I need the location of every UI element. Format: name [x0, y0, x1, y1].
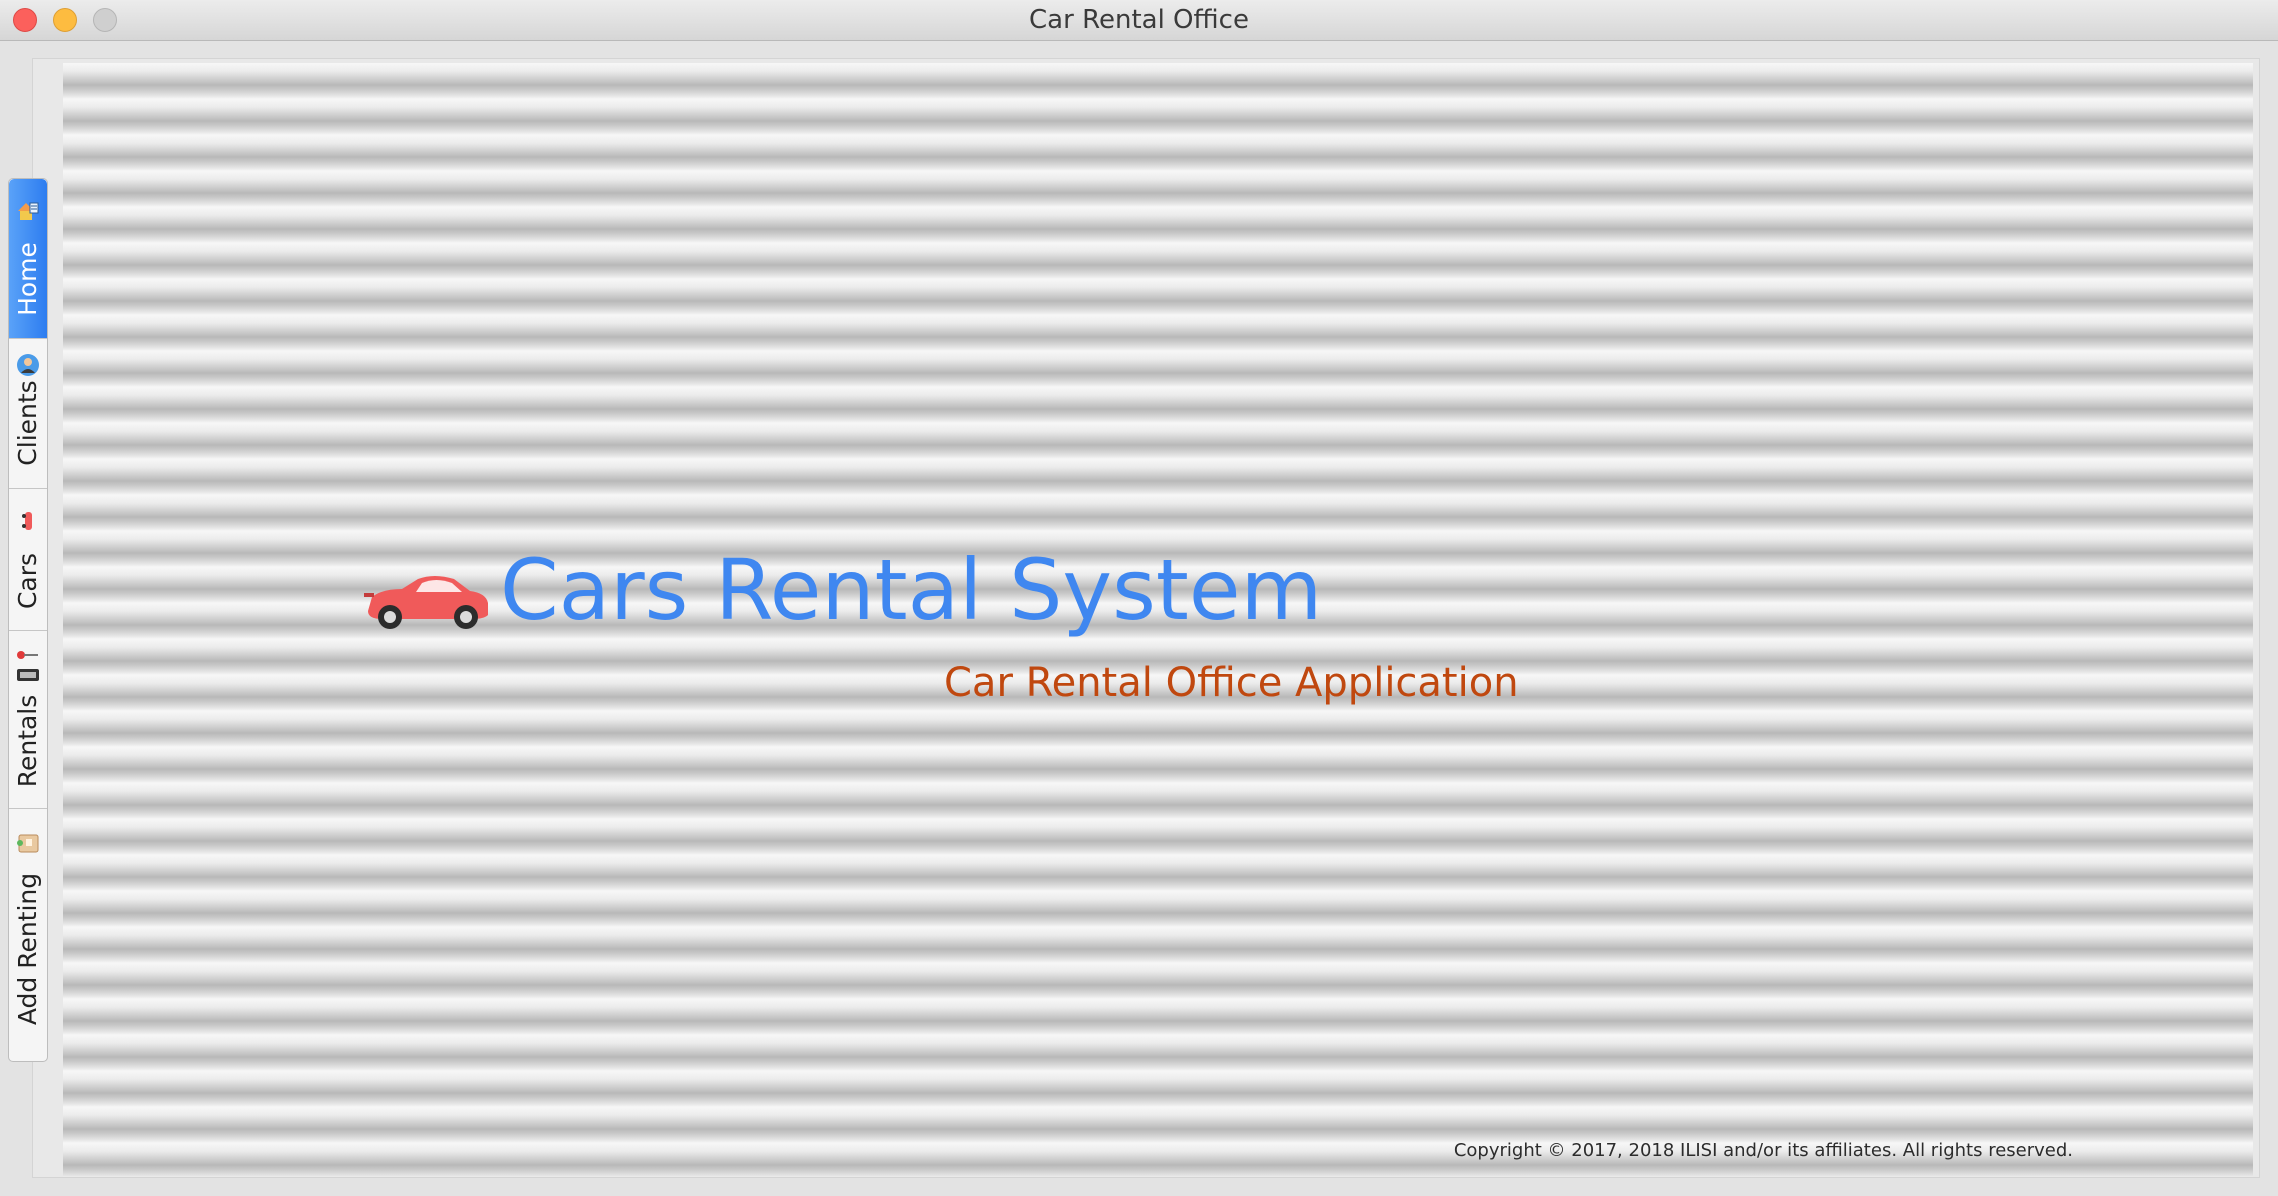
tab-rentals-label: Rentals [13, 694, 42, 788]
tab-rentals[interactable]: Rentals [9, 631, 47, 809]
tab-home[interactable]: Home [9, 179, 47, 339]
title-bar: Car Rental Office [0, 0, 2278, 41]
client-icon [17, 354, 39, 376]
car-icon [22, 512, 32, 530]
app-subtitle: Car Rental Office Application [944, 660, 1519, 706]
window-title: Car Rental Office [1029, 5, 1249, 35]
tab-add-renting-label: Add Renting [13, 872, 42, 1026]
tab-home-label: Home [13, 242, 42, 316]
rentals-icon [17, 651, 39, 681]
tab-add-renting[interactable]: Add Renting [9, 809, 47, 1061]
tab-clients[interactable]: Clients [9, 339, 47, 489]
side-tab-bar: Home Clients Cars Rentals Add Renting [8, 178, 48, 1062]
tab-cars-label: Cars [13, 552, 42, 610]
add-renting-icon [17, 834, 39, 853]
sports-car-icon [364, 576, 488, 629]
copyright-notice: Copyright © 2017, 2018 ILISI and/or its … [1453, 1140, 2073, 1161]
tab-clients-label: Clients [13, 380, 42, 466]
tab-cars[interactable]: Cars [9, 489, 47, 631]
app-headline: Cars Rental System [500, 541, 1323, 639]
home-icon [18, 202, 39, 220]
